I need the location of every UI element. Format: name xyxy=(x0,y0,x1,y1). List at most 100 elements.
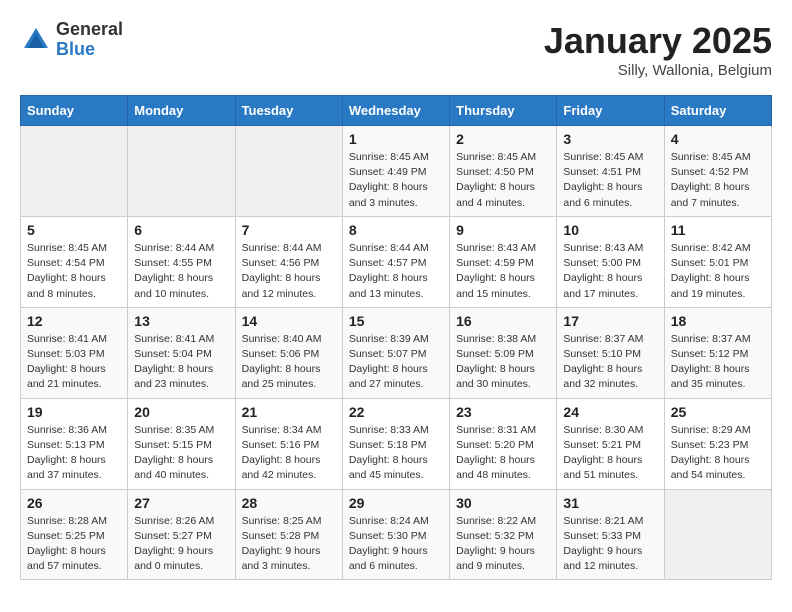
logo-icon xyxy=(20,24,52,56)
header-cell-saturday: Saturday xyxy=(664,96,771,126)
day-number: 15 xyxy=(349,313,443,329)
day-number: 19 xyxy=(27,404,121,420)
calendar-cell: 24 Sunrise: 8:30 AM Sunset: 5:21 PM Dayli… xyxy=(557,398,664,489)
day-number: 10 xyxy=(563,222,657,238)
day-number: 6 xyxy=(134,222,228,238)
day-number: 17 xyxy=(563,313,657,329)
day-number: 22 xyxy=(349,404,443,420)
calendar-cell: 8 Sunrise: 8:44 AM Sunset: 4:57 PM Daylig… xyxy=(342,216,449,307)
calendar-cell: 13 Sunrise: 8:41 AM Sunset: 5:04 PM Dayli… xyxy=(128,307,235,398)
day-info: Sunrise: 8:35 AM Sunset: 5:15 PM Dayligh… xyxy=(134,423,228,484)
day-number: 4 xyxy=(671,131,765,147)
calendar-cell: 7Sunrise: 8:44 AM Sunset: 4:56 PM Daylig… xyxy=(235,216,342,307)
calendar-cell: 10 Sunrise: 8:43 AM Sunset: 5:00 PM Dayli… xyxy=(557,216,664,307)
day-info: Sunrise: 8:33 AM Sunset: 5:18 PM Dayligh… xyxy=(349,423,443,484)
calendar-cell: 2 Sunrise: 8:45 AM Sunset: 4:50 PM Daylig… xyxy=(450,126,557,217)
day-number: 29 xyxy=(349,495,443,511)
calendar-cell: 3 Sunrise: 8:45 AM Sunset: 4:51 PM Daylig… xyxy=(557,126,664,217)
day-info: Sunrise: 8:28 AM Sunset: 5:25 PM Dayligh… xyxy=(27,514,121,575)
calendar-week-row: 1Sunrise: 8:45 AM Sunset: 4:49 PM Daylig… xyxy=(21,126,772,217)
calendar-cell: 18 Sunrise: 8:37 AM Sunset: 5:12 PM Dayli… xyxy=(664,307,771,398)
calendar-cell: 9 Sunrise: 8:43 AM Sunset: 4:59 PM Daylig… xyxy=(450,216,557,307)
day-info: Sunrise: 8:45 AM Sunset: 4:52 PM Dayligh… xyxy=(671,150,765,211)
day-number: 1 xyxy=(349,131,443,147)
day-number: 11 xyxy=(671,222,765,238)
day-number: 14 xyxy=(242,313,336,329)
calendar-cell: 1Sunrise: 8:45 AM Sunset: 4:49 PM Daylig… xyxy=(342,126,449,217)
calendar-cell xyxy=(235,126,342,217)
day-number: 13 xyxy=(134,313,228,329)
day-number: 3 xyxy=(563,131,657,147)
day-number: 24 xyxy=(563,404,657,420)
calendar-cell: 4 Sunrise: 8:45 AM Sunset: 4:52 PM Daylig… xyxy=(664,126,771,217)
day-info: Sunrise: 8:45 AM Sunset: 4:50 PM Dayligh… xyxy=(456,150,550,211)
header-cell-wednesday: Wednesday xyxy=(342,96,449,126)
day-number: 28 xyxy=(242,495,336,511)
day-info: Sunrise: 8:30 AM Sunset: 5:21 PM Dayligh… xyxy=(563,423,657,484)
header-cell-friday: Friday xyxy=(557,96,664,126)
calendar-cell: 22 Sunrise: 8:33 AM Sunset: 5:18 PM Dayli… xyxy=(342,398,449,489)
logo: General Blue xyxy=(20,20,123,60)
header-row: SundayMondayTuesdayWednesdayThursdayFrid… xyxy=(21,96,772,126)
day-info: Sunrise: 8:42 AM Sunset: 5:01 PM Dayligh… xyxy=(671,241,765,302)
day-info: Sunrise: 8:21 AM Sunset: 5:33 PM Dayligh… xyxy=(563,514,657,575)
day-info: Sunrise: 8:25 AM Sunset: 5:28 PM Dayligh… xyxy=(242,514,336,575)
logo-text: General Blue xyxy=(56,20,123,60)
day-number: 2 xyxy=(456,131,550,147)
day-number: 18 xyxy=(671,313,765,329)
calendar-table: SundayMondayTuesdayWednesdayThursdayFrid… xyxy=(20,95,772,580)
calendar-header: SundayMondayTuesdayWednesdayThursdayFrid… xyxy=(21,96,772,126)
day-info: Sunrise: 8:43 AM Sunset: 4:59 PM Dayligh… xyxy=(456,241,550,302)
calendar-cell: 11 Sunrise: 8:42 AM Sunset: 5:01 PM Dayli… xyxy=(664,216,771,307)
calendar-cell: 23 Sunrise: 8:31 AM Sunset: 5:20 PM Dayli… xyxy=(450,398,557,489)
day-number: 5 xyxy=(27,222,121,238)
logo-general-label: General xyxy=(56,20,123,40)
calendar-cell: 15 Sunrise: 8:39 AM Sunset: 5:07 PM Dayli… xyxy=(342,307,449,398)
day-info: Sunrise: 8:39 AM Sunset: 5:07 PM Dayligh… xyxy=(349,332,443,393)
calendar-cell: 20 Sunrise: 8:35 AM Sunset: 5:15 PM Dayli… xyxy=(128,398,235,489)
day-number: 16 xyxy=(456,313,550,329)
location-subtitle: Silly, Wallonia, Belgium xyxy=(544,62,772,79)
day-number: 21 xyxy=(242,404,336,420)
day-number: 20 xyxy=(134,404,228,420)
day-info: Sunrise: 8:38 AM Sunset: 5:09 PM Dayligh… xyxy=(456,332,550,393)
day-number: 7 xyxy=(242,222,336,238)
calendar-body: 1Sunrise: 8:45 AM Sunset: 4:49 PM Daylig… xyxy=(21,126,772,580)
calendar-cell: 21Sunrise: 8:34 AM Sunset: 5:16 PM Dayli… xyxy=(235,398,342,489)
day-number: 25 xyxy=(671,404,765,420)
calendar-cell: 16 Sunrise: 8:38 AM Sunset: 5:09 PM Dayli… xyxy=(450,307,557,398)
header-cell-tuesday: Tuesday xyxy=(235,96,342,126)
calendar-week-row: 26Sunrise: 8:28 AM Sunset: 5:25 PM Dayli… xyxy=(21,489,772,580)
day-info: Sunrise: 8:31 AM Sunset: 5:20 PM Dayligh… xyxy=(456,423,550,484)
day-info: Sunrise: 8:43 AM Sunset: 5:00 PM Dayligh… xyxy=(563,241,657,302)
calendar-cell xyxy=(128,126,235,217)
day-number: 31 xyxy=(563,495,657,511)
calendar-cell: 17Sunrise: 8:37 AM Sunset: 5:10 PM Dayli… xyxy=(557,307,664,398)
calendar-cell: 29Sunrise: 8:24 AM Sunset: 5:30 PM Dayli… xyxy=(342,489,449,580)
day-number: 12 xyxy=(27,313,121,329)
day-info: Sunrise: 8:26 AM Sunset: 5:27 PM Dayligh… xyxy=(134,514,228,575)
day-number: 23 xyxy=(456,404,550,420)
day-number: 27 xyxy=(134,495,228,511)
calendar-cell: 31 Sunrise: 8:21 AM Sunset: 5:33 PM Dayli… xyxy=(557,489,664,580)
calendar-cell: 12 Sunrise: 8:41 AM Sunset: 5:03 PM Dayli… xyxy=(21,307,128,398)
day-info: Sunrise: 8:45 AM Sunset: 4:54 PM Dayligh… xyxy=(27,241,121,302)
day-info: Sunrise: 8:41 AM Sunset: 5:03 PM Dayligh… xyxy=(27,332,121,393)
calendar-cell: 30 Sunrise: 8:22 AM Sunset: 5:32 PM Dayli… xyxy=(450,489,557,580)
calendar-week-row: 19Sunrise: 8:36 AM Sunset: 5:13 PM Dayli… xyxy=(21,398,772,489)
day-info: Sunrise: 8:44 AM Sunset: 4:57 PM Dayligh… xyxy=(349,241,443,302)
calendar-cell: 25Sunrise: 8:29 AM Sunset: 5:23 PM Dayli… xyxy=(664,398,771,489)
day-info: Sunrise: 8:44 AM Sunset: 4:55 PM Dayligh… xyxy=(134,241,228,302)
calendar-cell xyxy=(664,489,771,580)
calendar-cell: 26Sunrise: 8:28 AM Sunset: 5:25 PM Dayli… xyxy=(21,489,128,580)
day-info: Sunrise: 8:22 AM Sunset: 5:32 PM Dayligh… xyxy=(456,514,550,575)
calendar-cell: 19Sunrise: 8:36 AM Sunset: 5:13 PM Dayli… xyxy=(21,398,128,489)
day-info: Sunrise: 8:45 AM Sunset: 4:51 PM Dayligh… xyxy=(563,150,657,211)
day-info: Sunrise: 8:41 AM Sunset: 5:04 PM Dayligh… xyxy=(134,332,228,393)
header-cell-monday: Monday xyxy=(128,96,235,126)
day-number: 9 xyxy=(456,222,550,238)
day-number: 30 xyxy=(456,495,550,511)
day-info: Sunrise: 8:37 AM Sunset: 5:12 PM Dayligh… xyxy=(671,332,765,393)
header-cell-thursday: Thursday xyxy=(450,96,557,126)
day-number: 8 xyxy=(349,222,443,238)
